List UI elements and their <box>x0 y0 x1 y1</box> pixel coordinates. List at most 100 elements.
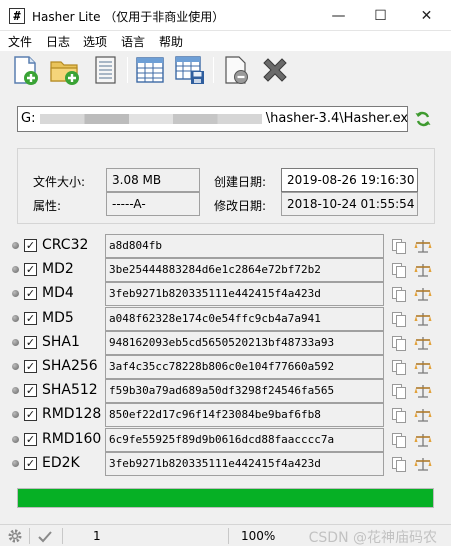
hash-row-sha512: ✓ SHA512 f59b30a79ad689a50df3298f24546fa56… <box>0 379 451 403</box>
progress-fill <box>18 489 433 507</box>
path-suffix: \hasher-3.4\Hasher.exe <box>265 111 408 126</box>
copy-icon[interactable] <box>391 432 407 448</box>
compare-scale-icon[interactable] <box>414 262 432 278</box>
settings-gear-icon[interactable] <box>7 528 23 544</box>
compare-scale-icon[interactable] <box>414 456 432 472</box>
hash-value-rmd128[interactable]: 850ef22d17c96f14f23084be9baf6fb8 <box>105 403 384 427</box>
close-button[interactable]: ✕ <box>404 0 449 31</box>
watermark: CSDN @花神庙码农 <box>308 530 437 546</box>
copy-icon[interactable] <box>391 359 407 375</box>
compare-scale-icon[interactable] <box>414 383 432 399</box>
window-title: Hasher Lite （仅用于非商业使用） <box>32 10 225 24</box>
checkbox-crc32[interactable]: ✓ <box>24 239 37 252</box>
status-separator <box>228 528 229 544</box>
hash-row-md5: ✓ MD5 a048f62328e174c0e54ffc9cb4a7a941 <box>0 307 451 331</box>
checkbox-md2[interactable]: ✓ <box>24 263 37 276</box>
copy-icon[interactable] <box>391 311 407 327</box>
open-folder-icon[interactable] <box>49 54 81 86</box>
copy-icon[interactable] <box>391 383 407 399</box>
checkmark-icon <box>37 528 53 544</box>
compare-scale-icon[interactable] <box>414 335 432 351</box>
hash-name-md2: MD2 <box>42 261 74 277</box>
hash-row-rmd160: ✓ RMD160 6c9fe55925f89d9b0616dcd88faacccc7… <box>0 428 451 452</box>
attributes-label: 属性: <box>33 199 62 213</box>
compare-scale-icon[interactable] <box>414 432 432 448</box>
hash-name-rmd128: RMD128 <box>42 406 102 422</box>
status-dot-icon <box>12 315 19 322</box>
close-icon[interactable] <box>259 54 291 86</box>
table-icon[interactable] <box>134 54 166 86</box>
clear-icon[interactable] <box>220 54 252 86</box>
hash-name-md5: MD5 <box>42 310 74 326</box>
maximize-button[interactable]: ☐ <box>358 0 403 31</box>
status-dot-icon <box>12 411 19 418</box>
status-dot-icon <box>12 266 19 273</box>
hash-value-md4[interactable]: 3feb9271b820335111e442415f4a423d <box>105 282 384 306</box>
hash-value-sha1[interactable]: 948162093eb5cd5650520213bf48733a93 <box>105 331 384 355</box>
hash-value-rmd160[interactable]: 6c9fe55925f89d9b0616dcd88faacccc7a <box>105 428 384 452</box>
status-bar: 1 100% CSDN @花神庙码农 <box>0 524 451 546</box>
hash-value-md2[interactable]: 3be25444883284d6e1c2864e72bf72b2 <box>105 258 384 282</box>
hash-row-crc32: ✓ CRC32 a8d804fb <box>0 234 451 258</box>
checkbox-sha512[interactable]: ✓ <box>24 384 37 397</box>
hash-value-crc32[interactable]: a8d804fb <box>105 234 384 258</box>
hash-value-sha256[interactable]: 3af4c35cc78228b806c0e104f77660a592 <box>105 355 384 379</box>
copy-icon[interactable] <box>391 238 407 254</box>
app-hash-icon: # <box>9 8 25 24</box>
toolbar-separator <box>213 57 214 83</box>
save-table-icon[interactable] <box>174 54 206 86</box>
checkbox-sha256[interactable]: ✓ <box>24 360 37 373</box>
checkbox-rmd128[interactable]: ✓ <box>24 408 37 421</box>
created-date-label: 创建日期: <box>214 175 267 189</box>
document-icon[interactable] <box>89 54 121 86</box>
menu-options[interactable]: 选项 <box>83 33 107 50</box>
checkbox-md4[interactable]: ✓ <box>24 287 37 300</box>
menu-help[interactable]: 帮助 <box>159 33 183 50</box>
hash-row-sha256: ✓ SHA256 3af4c35cc78228b806c0e104f77660a59… <box>0 355 451 379</box>
hash-value-sha512[interactable]: f59b30a79ad689a50df3298f24546fa565 <box>105 379 384 403</box>
checkbox-sha1[interactable]: ✓ <box>24 336 37 349</box>
modified-date-label: 修改日期: <box>214 199 267 213</box>
checkbox-rmd160[interactable]: ✓ <box>24 433 37 446</box>
hash-value-ed2k[interactable]: 3feb9271b820335111e442415f4a423d <box>105 452 384 476</box>
hash-name-rmd160: RMD160 <box>42 431 102 447</box>
compare-scale-icon[interactable] <box>414 407 432 423</box>
hash-row-md2: ✓ MD2 3be25444883284d6e1c2864e72bf72b2 <box>0 258 451 282</box>
refresh-icon[interactable] <box>414 110 432 128</box>
progress-percent: 100% <box>241 529 276 543</box>
new-file-icon[interactable] <box>9 54 41 86</box>
menu-language[interactable]: 语言 <box>121 33 145 50</box>
status-dot-icon <box>12 242 19 249</box>
compare-scale-icon[interactable] <box>414 286 432 302</box>
checkbox-ed2k[interactable]: ✓ <box>24 457 37 470</box>
redacted-path-segment <box>39 113 262 124</box>
attributes-value: -----A- <box>106 192 200 216</box>
menu-log[interactable]: 日志 <box>46 33 70 50</box>
progress-bar <box>17 488 434 508</box>
copy-icon[interactable] <box>391 262 407 278</box>
file-info-group: 文件大小: 3.08 MB 属性: -----A- 创建日期: 2019-08-… <box>17 148 435 224</box>
file-path-field[interactable]: G: \hasher-3.4\Hasher.exe <box>17 106 408 132</box>
hash-name-sha512: SHA512 <box>42 382 98 398</box>
file-count: 1 <box>93 529 101 543</box>
status-dot-icon <box>12 387 19 394</box>
copy-icon[interactable] <box>391 456 407 472</box>
checkbox-md5[interactable]: ✓ <box>24 312 37 325</box>
menu-file[interactable]: 文件 <box>8 33 32 50</box>
minimize-button[interactable]: — <box>316 0 361 31</box>
status-dot-icon <box>12 339 19 346</box>
menu-bar: 文件 日志 选项 语言 帮助 <box>0 31 451 51</box>
status-separator <box>62 528 63 544</box>
compare-scale-icon[interactable] <box>414 238 432 254</box>
compare-scale-icon[interactable] <box>414 311 432 327</box>
hash-name-md4: MD4 <box>42 285 74 301</box>
created-date-value[interactable]: 2019-08-26 19:16:30 <box>281 168 418 192</box>
hash-row-md4: ✓ MD4 3feb9271b820335111e442415f4a423d <box>0 282 451 306</box>
compare-scale-icon[interactable] <box>414 359 432 375</box>
hash-row-rmd128: ✓ RMD128 850ef22d17c96f14f23084be9baf6fb8 <box>0 403 451 427</box>
status-dot-icon <box>12 363 19 370</box>
copy-icon[interactable] <box>391 286 407 302</box>
copy-icon[interactable] <box>391 335 407 351</box>
copy-icon[interactable] <box>391 407 407 423</box>
hash-value-md5[interactable]: a048f62328e174c0e54ffc9cb4a7a941 <box>105 307 384 331</box>
